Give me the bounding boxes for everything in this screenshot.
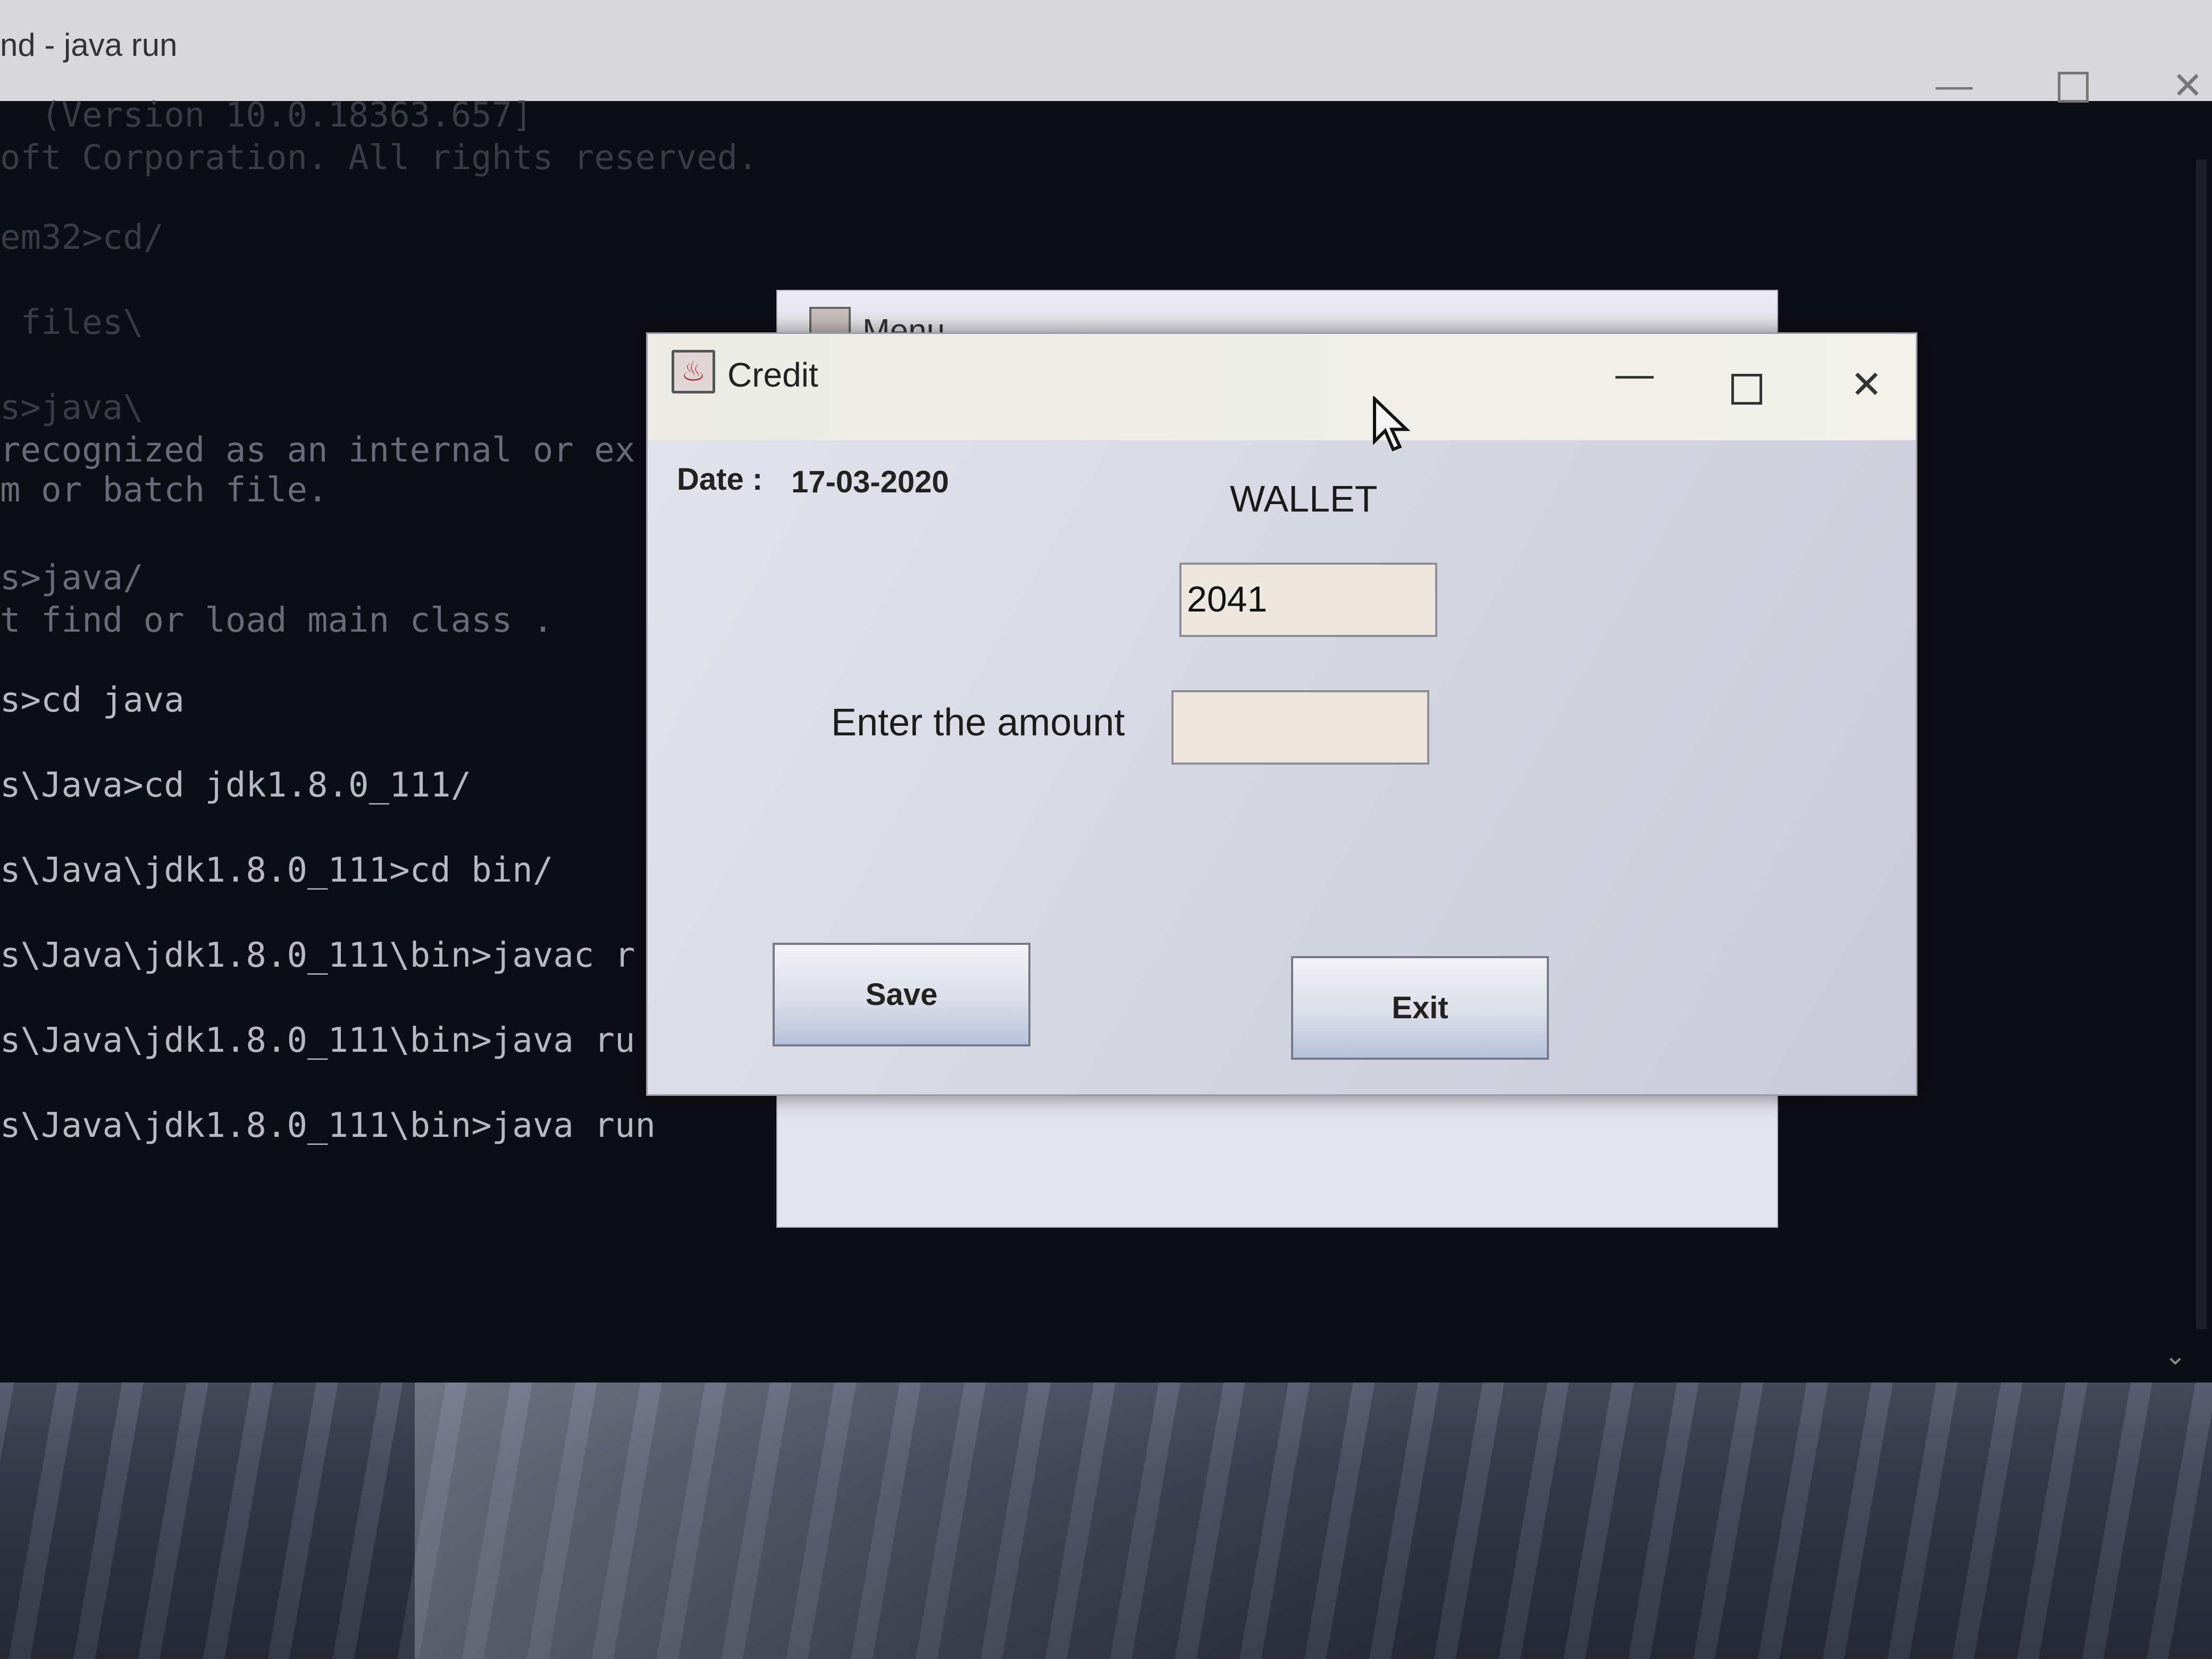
console-line: recognized as an internal or ex — [0, 431, 635, 470]
credit-dialog: ♨ Credit — ✕ Date : 17-03-2020 WALLET 20… — [646, 332, 1917, 1096]
console-line: s>java\ — [0, 388, 144, 428]
desktop-wallpaper — [0, 1340, 2212, 1659]
close-icon[interactable]: ✕ — [1850, 366, 1882, 404]
console-line: s\Java\jdk1.8.0_111>cd bin/ — [0, 851, 554, 890]
mouse-cursor-icon — [1373, 396, 1411, 451]
console-line: s\Java\jdk1.8.0_111\bin>java run — [0, 1106, 656, 1145]
minimize-icon[interactable]: — — [1615, 355, 1654, 393]
console-titlebar: nd - java run — ✕ — [0, 0, 2212, 106]
console-line: s\Java\jdk1.8.0_111\bin>javac r — [0, 936, 635, 975]
credit-title: Credit — [727, 356, 818, 394]
date-value: 17-03-2020 — [791, 465, 949, 499]
wallet-balance-field[interactable]: 2041 — [1179, 563, 1437, 637]
console-line: m or batch file. — [0, 471, 328, 510]
console-line: s\Java>cd jdk1.8.0_111/ — [0, 766, 472, 805]
console-line: t find or load main class . — [0, 601, 554, 640]
credit-titlebar: ♨ Credit — ✕ — [648, 334, 1916, 440]
exit-button[interactable]: Exit — [1291, 956, 1549, 1060]
console-title: nd - java run — [0, 27, 178, 63]
console-scrollbar[interactable] — [2196, 160, 2207, 1329]
console-line: oft Corporation. All rights reserved. — [0, 138, 758, 178]
wallpaper-highlight — [415, 1340, 1425, 1659]
console-line: s>cd java — [0, 681, 185, 720]
date-label: Date : — [677, 462, 763, 497]
maximize-icon[interactable] — [1731, 374, 1762, 405]
chevron-down-icon[interactable]: ⌄ — [2164, 1340, 2186, 1371]
save-button[interactable]: Save — [773, 943, 1030, 1046]
console-line: em32>cd/ — [0, 218, 164, 257]
java-icon: ♨ — [672, 350, 715, 393]
console-line: files\ — [0, 303, 144, 342]
console-line: (Version 10.0.18363.657] — [0, 96, 533, 135]
amount-input[interactable] — [1171, 690, 1429, 765]
wallet-heading: WALLET — [1230, 478, 1378, 520]
console-line: s\Java\jdk1.8.0_111\bin>java ru — [0, 1021, 635, 1060]
amount-label: Enter the amount — [831, 701, 1125, 744]
console-line: s>java/ — [0, 558, 144, 598]
